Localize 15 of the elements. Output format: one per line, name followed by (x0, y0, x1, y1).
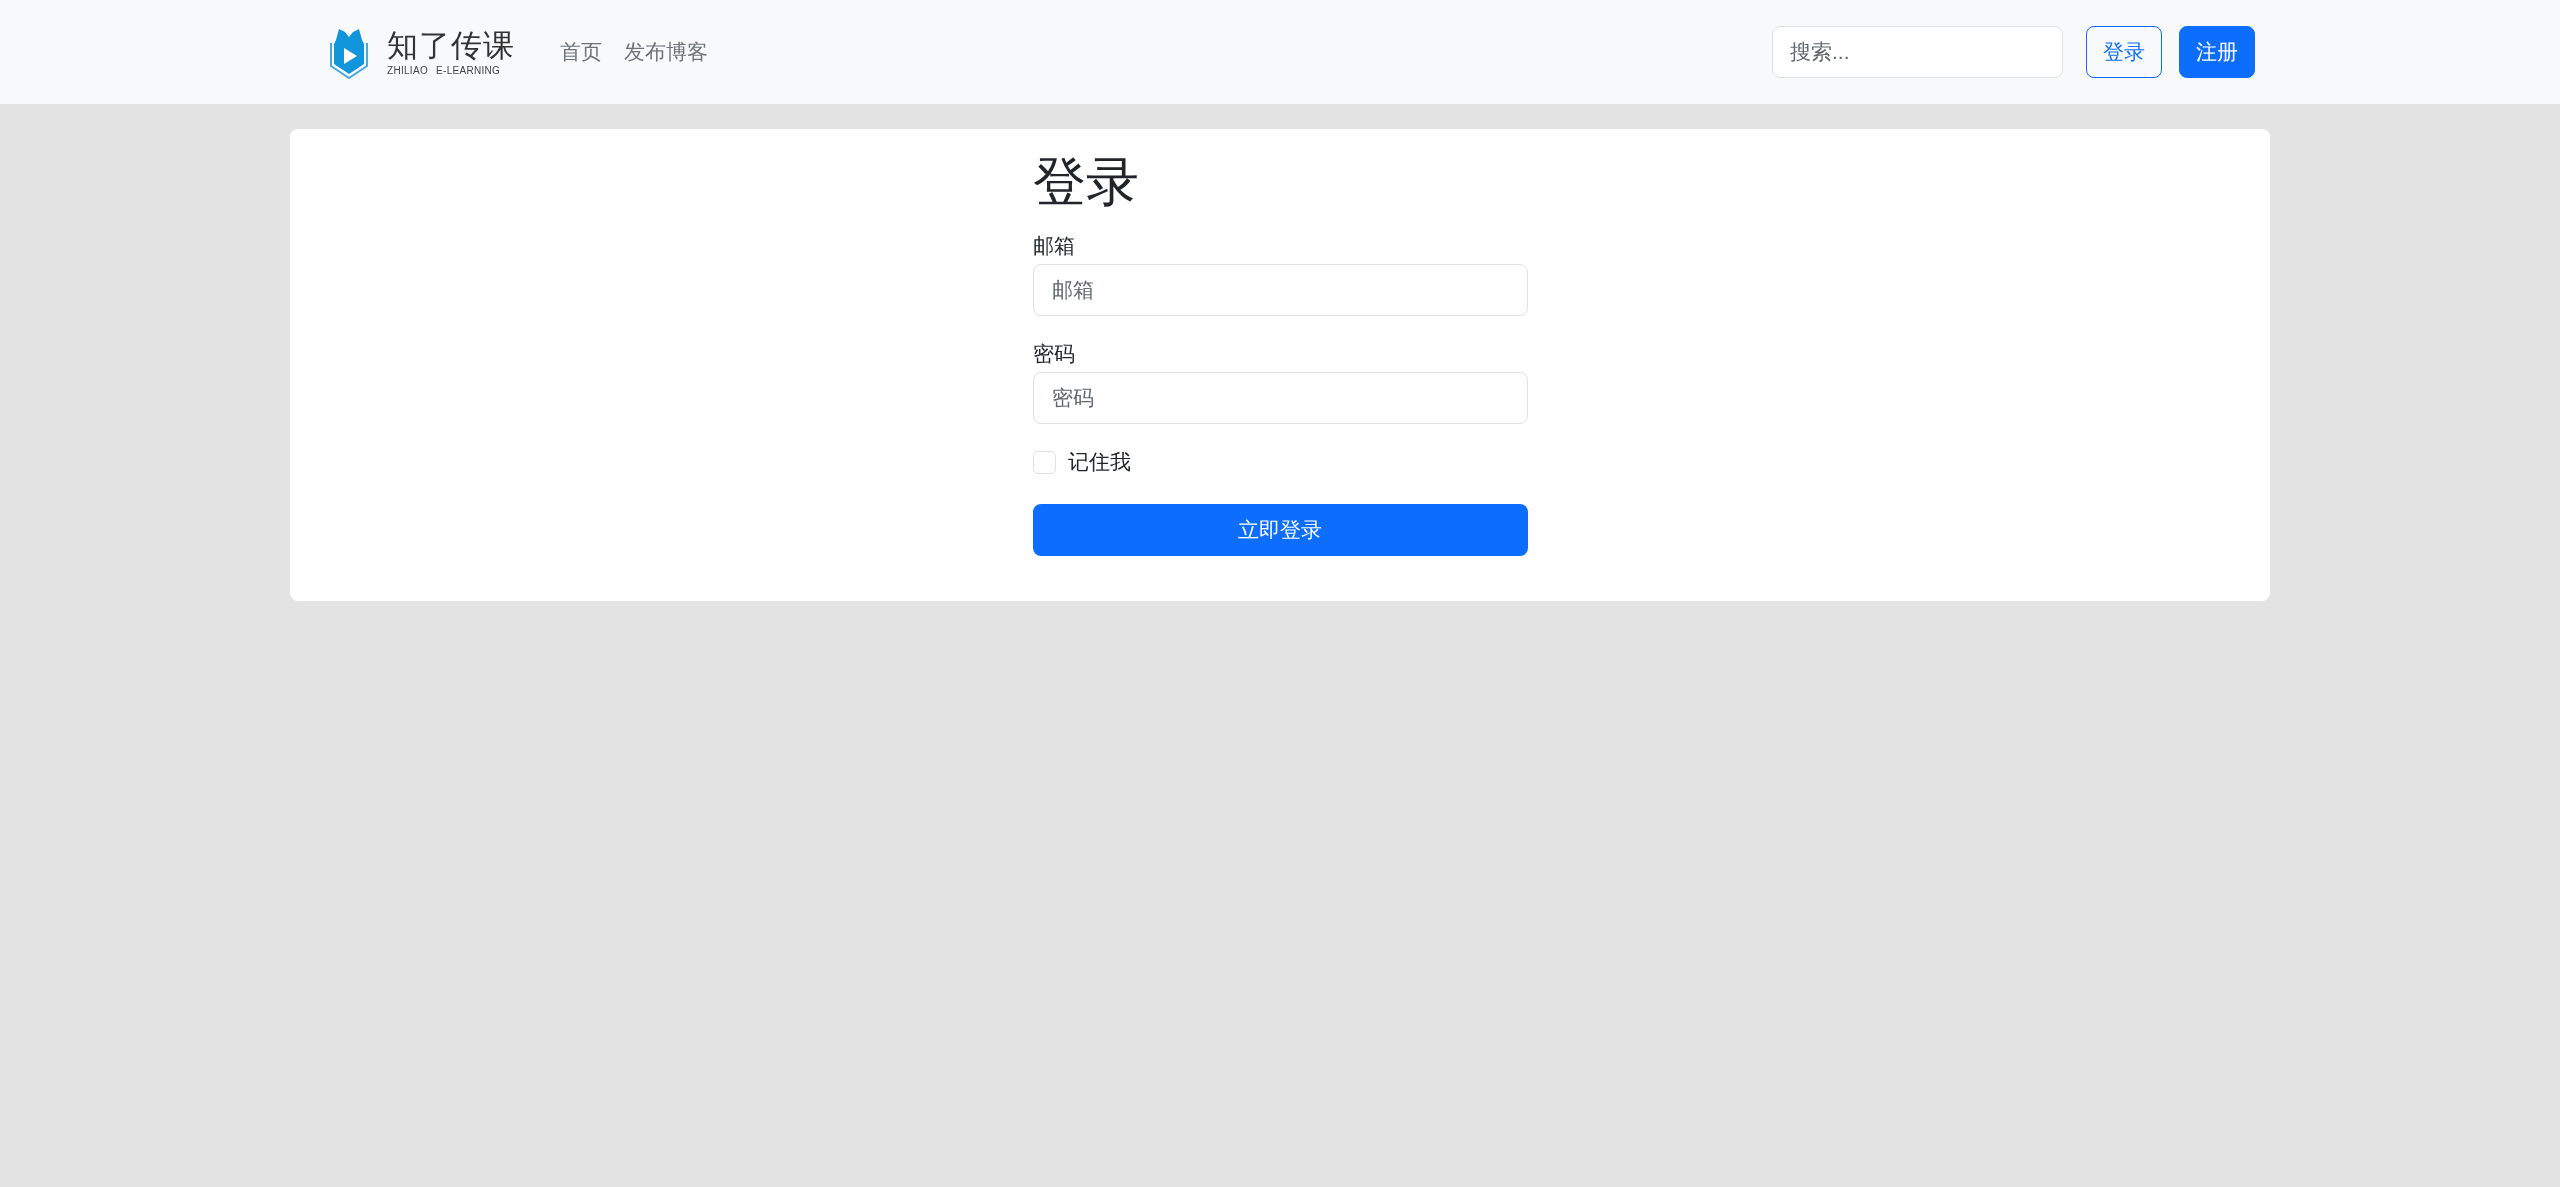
input-field[interactable]: 邮箱 (1032, 264, 1528, 316)
login-button[interactable]: 登录 (2086, 26, 2162, 78)
checkbox-label[interactable]: 记住我 (1067, 446, 1131, 478)
nav-link[interactable]: 首页 (549, 36, 613, 68)
field-label: 邮箱 (1032, 233, 1076, 259)
register-button[interactable]: 注册 (2179, 26, 2255, 78)
brand-tagline: ZHILIAO E-LEARNING (387, 63, 502, 77)
input-field[interactable]: 密码 (1032, 372, 1528, 424)
search-field[interactable]: 搜索... (1772, 26, 2063, 78)
page-title: 登录 (1032, 151, 1140, 213)
field-label: 密码 (1032, 341, 1076, 367)
brand-name[interactable]: 知了传课 (387, 27, 515, 64)
submit-button[interactable]: 立即登录 (1032, 504, 1528, 556)
remember-checkbox[interactable] (1032, 450, 1056, 474)
nav-link[interactable]: 发布博客 (613, 36, 719, 68)
